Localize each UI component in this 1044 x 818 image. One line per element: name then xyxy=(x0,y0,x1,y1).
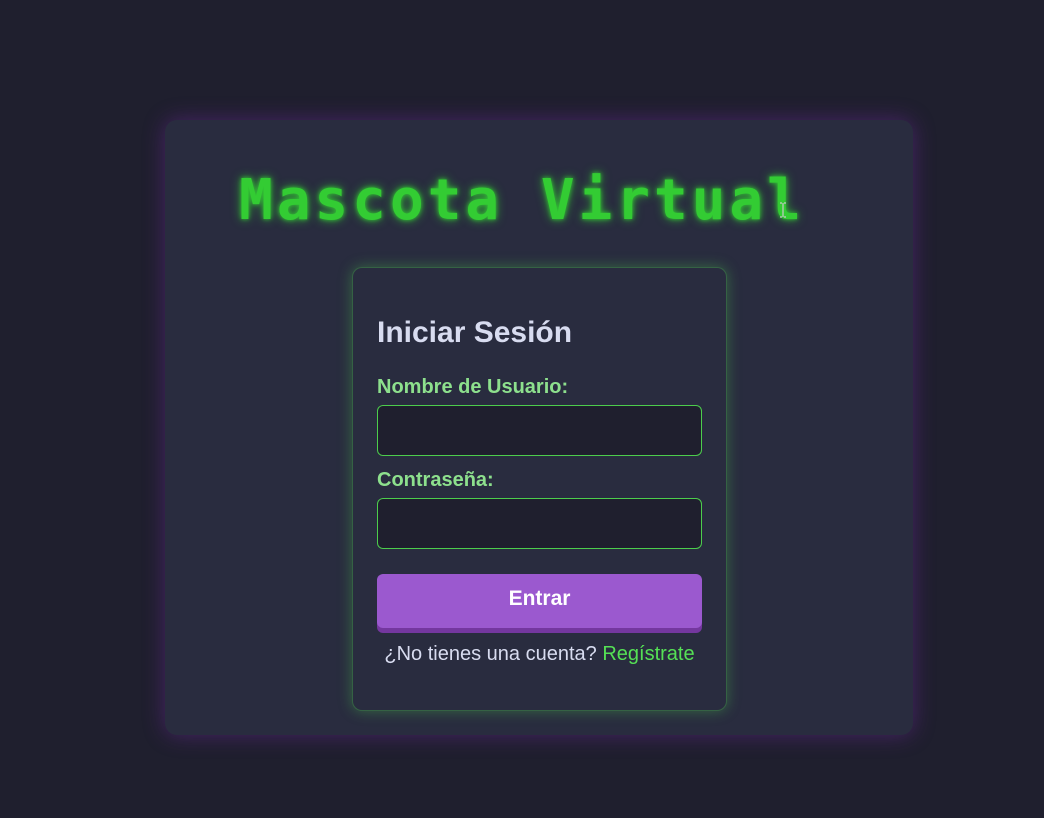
text-cursor-icon xyxy=(780,202,786,218)
password-label: Contraseña: xyxy=(377,469,494,491)
submit-button[interactable]: Entrar xyxy=(377,574,702,628)
login-heading: Iniciar Sesión xyxy=(377,316,573,349)
no-account-text: ¿No tienes una cuenta? xyxy=(384,643,597,665)
username-input[interactable] xyxy=(377,405,702,456)
password-input[interactable] xyxy=(377,498,702,549)
username-label: Nombre de Usuario: xyxy=(377,376,569,398)
register-prompt: ¿No tienes una cuenta? Regístrate xyxy=(353,643,726,666)
register-link[interactable]: Regístrate xyxy=(602,643,694,665)
app-title: Mascota Virtual xyxy=(239,168,805,233)
login-card: Iniciar Sesión Nombre de Usuario: Contra… xyxy=(352,267,727,711)
